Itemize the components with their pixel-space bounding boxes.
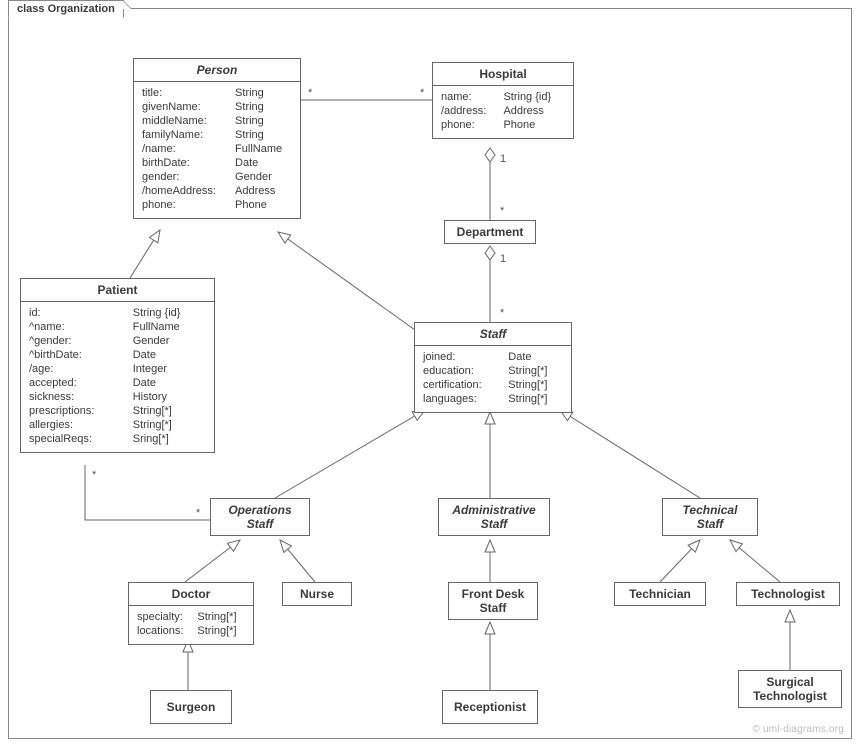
class-department: Department bbox=[444, 220, 536, 244]
attribute-list: id:String {id} ^name:FullName ^gender:Ge… bbox=[27, 306, 208, 446]
class-operations-staff: OperationsStaff bbox=[210, 498, 310, 536]
class-administrative-staff: AdministrativeStaff bbox=[438, 498, 550, 536]
class-patient: Patient id:String {id} ^name:FullName ^g… bbox=[20, 278, 215, 453]
class-title: Front DeskStaff bbox=[449, 583, 537, 619]
attribute-list: title:String givenName:String middleName… bbox=[140, 86, 294, 212]
class-title: Receptionist bbox=[443, 691, 537, 718]
class-title: Nurse bbox=[283, 583, 351, 605]
class-staff: Staff joined:Date education:String[*] ce… bbox=[414, 322, 572, 413]
class-technologist: Technologist bbox=[736, 582, 840, 606]
class-title: Person bbox=[134, 59, 300, 81]
class-title: Patient bbox=[21, 279, 214, 301]
class-title: Surgeon bbox=[151, 691, 231, 718]
class-title: OperationsStaff bbox=[211, 499, 309, 535]
class-title: Doctor bbox=[129, 583, 253, 605]
class-title: Technician bbox=[615, 583, 705, 605]
frame-label-text: class Organization bbox=[17, 3, 115, 15]
class-title: Staff bbox=[415, 323, 571, 345]
class-surgeon: Surgeon bbox=[150, 690, 232, 724]
attribute-list: name:String {id} /address:Address phone:… bbox=[439, 90, 567, 132]
class-title: SurgicalTechnologist bbox=[739, 671, 841, 707]
class-title: TechnicalStaff bbox=[663, 499, 757, 535]
class-front-desk-staff: Front DeskStaff bbox=[448, 582, 538, 620]
attribute-list: joined:Date education:String[*] certific… bbox=[421, 350, 565, 406]
class-title: Hospital bbox=[433, 63, 573, 85]
class-hospital: Hospital name:String {id} /address:Addre… bbox=[432, 62, 574, 139]
class-title: Technologist bbox=[737, 583, 839, 605]
frame-label: class Organization bbox=[8, 0, 124, 18]
attribute-list: specialty:String[*] locations:String[*] bbox=[135, 610, 247, 638]
class-surgical-technologist: SurgicalTechnologist bbox=[738, 670, 842, 708]
class-technical-staff: TechnicalStaff bbox=[662, 498, 758, 536]
class-title: Department bbox=[445, 221, 535, 243]
class-receptionist: Receptionist bbox=[442, 690, 538, 724]
class-doctor: Doctor specialty:String[*] locations:Str… bbox=[128, 582, 254, 645]
class-nurse: Nurse bbox=[282, 582, 352, 606]
class-title: AdministrativeStaff bbox=[439, 499, 549, 535]
class-technician: Technician bbox=[614, 582, 706, 606]
class-person: Person title:String givenName:String mid… bbox=[133, 58, 301, 219]
watermark: © uml-diagrams.org bbox=[752, 724, 844, 735]
